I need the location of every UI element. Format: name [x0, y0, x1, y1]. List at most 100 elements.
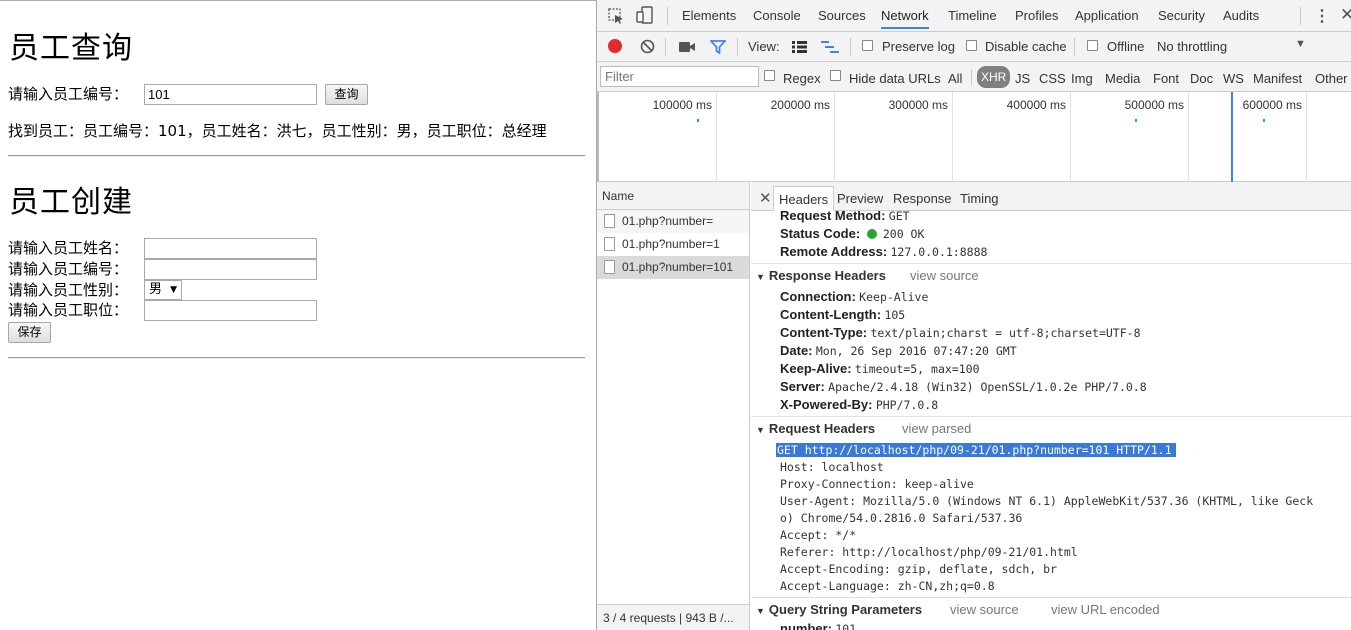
- more-menu-icon[interactable]: ⋮: [1314, 6, 1330, 26]
- request-method-row: Request Method: GET: [780, 211, 910, 223]
- tab-timing[interactable]: Timing: [960, 191, 999, 206]
- request-row[interactable]: 01.php?number=: [597, 210, 749, 233]
- filter-type-font[interactable]: Font: [1153, 71, 1179, 86]
- raw-header-line: o) Chrome/54.0.2816.0 Safari/537.36: [780, 511, 1023, 525]
- regex-label: Regex: [783, 71, 821, 86]
- detail-tabbar: ✕ Headers Preview Response Timing: [751, 182, 1351, 211]
- query-button[interactable]: 查询: [325, 84, 368, 105]
- timeline-tick: 400000 ms: [952, 92, 1070, 182]
- raw-header-line: Host: localhost: [780, 460, 884, 474]
- raw-header-line: Accept-Encoding: gzip, deflate, sdch, br: [780, 562, 1057, 576]
- tab-elements[interactable]: Elements: [682, 8, 736, 23]
- request-line: GET http://localhost/php/09-21/01.php?nu…: [776, 443, 1176, 457]
- filter-icon[interactable]: [710, 40, 726, 54]
- section-divider: [751, 416, 1351, 417]
- timeline-overview[interactable]: 100000 ms 200000 ms 300000 ms 400000 ms …: [597, 92, 1351, 182]
- file-icon: [604, 260, 615, 274]
- clear-icon[interactable]: [640, 39, 655, 54]
- employee-name-input[interactable]: [144, 238, 317, 259]
- throttling-select[interactable]: No throttling: [1157, 39, 1227, 54]
- raw-header-line: Accept: */*: [780, 528, 857, 542]
- request-row[interactable]: 01.php?number=1: [597, 233, 749, 256]
- header-row: Date: Mon, 26 Sep 2016 07:47:20 GMT: [780, 343, 1017, 358]
- tab-preview[interactable]: Preview: [837, 191, 883, 206]
- view-source-link[interactable]: view source: [950, 602, 1019, 617]
- device-mode-icon[interactable]: [636, 6, 654, 24]
- timeline-marker: [1231, 92, 1233, 182]
- section-divider: [751, 263, 1351, 264]
- filter-type-doc[interactable]: Doc: [1190, 71, 1213, 86]
- filter-type-media[interactable]: Media: [1105, 71, 1140, 86]
- filter-type-other[interactable]: Other: [1315, 71, 1348, 86]
- employee-number-input[interactable]: [144, 259, 317, 280]
- filter-type-js[interactable]: JS: [1015, 71, 1030, 86]
- divider: [8, 357, 585, 359]
- tab-console[interactable]: Console: [753, 8, 801, 23]
- preserve-log-label: Preserve log: [882, 39, 955, 54]
- name-column-header[interactable]: Name: [597, 182, 749, 210]
- record-icon[interactable]: [608, 39, 622, 53]
- filter-type-img[interactable]: Img: [1071, 71, 1093, 86]
- tab-network[interactable]: Network: [881, 8, 929, 29]
- number-label: 请输入员工编号：: [8, 260, 129, 278]
- tab-application[interactable]: Application: [1075, 8, 1139, 23]
- filter-type-xhr[interactable]: XHR: [977, 66, 1011, 88]
- filter-type-manifest[interactable]: Manifest: [1253, 71, 1302, 86]
- preserve-log-checkbox[interactable]: [862, 40, 873, 51]
- gender-select[interactable]: 男 ▼: [144, 280, 182, 300]
- tab-sources[interactable]: Sources: [818, 8, 866, 23]
- request-mark: [1135, 119, 1137, 122]
- create-title: 员工创建: [9, 185, 133, 220]
- disable-cache-checkbox[interactable]: [966, 40, 977, 51]
- query-string-section[interactable]: ▼ Query String Parameters: [756, 602, 922, 617]
- large-rows-icon[interactable]: [792, 41, 807, 53]
- query-title: 员工查询: [9, 31, 133, 66]
- request-mark: [1263, 119, 1265, 122]
- capture-screenshots-icon[interactable]: [679, 41, 696, 53]
- hide-data-urls-checkbox[interactable]: [830, 70, 841, 81]
- view-url-encoded-link[interactable]: view URL encoded: [1051, 602, 1160, 617]
- separator: [737, 38, 738, 56]
- view-label: View:: [748, 39, 780, 54]
- tab-audits[interactable]: Audits: [1223, 8, 1259, 23]
- separator: [850, 38, 851, 56]
- header-row: Content-Length: 105: [780, 307, 906, 322]
- separator: [1074, 38, 1075, 56]
- raw-header-line: Proxy-Connection: keep-alive: [780, 477, 974, 491]
- response-headers-section[interactable]: ▼ Response Headers: [756, 268, 886, 283]
- timeline-tick: 600000 ms: [1188, 92, 1306, 182]
- close-icon[interactable]: ✕: [759, 189, 772, 207]
- tab-profiles[interactable]: Profiles: [1015, 8, 1058, 23]
- inspect-element-icon[interactable]: [608, 8, 624, 24]
- header-row: Content-Type: text/plain;charst = utf-8;…: [780, 325, 1141, 340]
- regex-checkbox[interactable]: [764, 70, 775, 81]
- query-label: 请输入员工编号：: [8, 85, 129, 103]
- tab-timeline[interactable]: Timeline: [948, 8, 997, 23]
- request-headers-section[interactable]: ▼ Request Headers: [756, 421, 875, 436]
- header-row: Keep-Alive: timeout=5, max=100: [780, 361, 980, 376]
- filter-type-css[interactable]: CSS: [1039, 71, 1066, 86]
- employee-position-input[interactable]: [144, 300, 317, 321]
- chevron-down-icon[interactable]: ▼: [1295, 38, 1306, 50]
- web-page: 员工查询 请输入员工编号： 查询 找到员工：员工编号：101，员工姓名：洪七，员…: [0, 0, 596, 630]
- employee-number-query-input[interactable]: [144, 84, 317, 105]
- filter-type-ws[interactable]: WS: [1223, 71, 1244, 86]
- request-row-selected[interactable]: 01.php?number=101: [597, 256, 749, 279]
- tab-response[interactable]: Response: [893, 191, 952, 206]
- hide-data-urls-label: Hide data URLs: [849, 71, 941, 86]
- header-row: Connection: Keep-Alive: [780, 289, 929, 304]
- tab-headers[interactable]: Headers: [773, 186, 835, 211]
- tab-security[interactable]: Security: [1158, 8, 1205, 23]
- waterfall-overview-icon[interactable]: [821, 40, 839, 54]
- view-source-link[interactable]: view source: [910, 268, 979, 283]
- separator: [971, 69, 972, 85]
- separator: [1300, 7, 1301, 25]
- view-parsed-link[interactable]: view parsed: [902, 421, 971, 436]
- filter-type-all[interactable]: All: [948, 71, 962, 86]
- save-button[interactable]: 保存: [8, 322, 51, 343]
- raw-header-line: Referer: http://localhost/php/09-21/01.h…: [780, 545, 1078, 559]
- file-icon: [604, 214, 615, 228]
- filter-input[interactable]: [600, 66, 759, 87]
- offline-checkbox[interactable]: [1087, 40, 1098, 51]
- close-icon[interactable]: ✕: [1340, 5, 1351, 25]
